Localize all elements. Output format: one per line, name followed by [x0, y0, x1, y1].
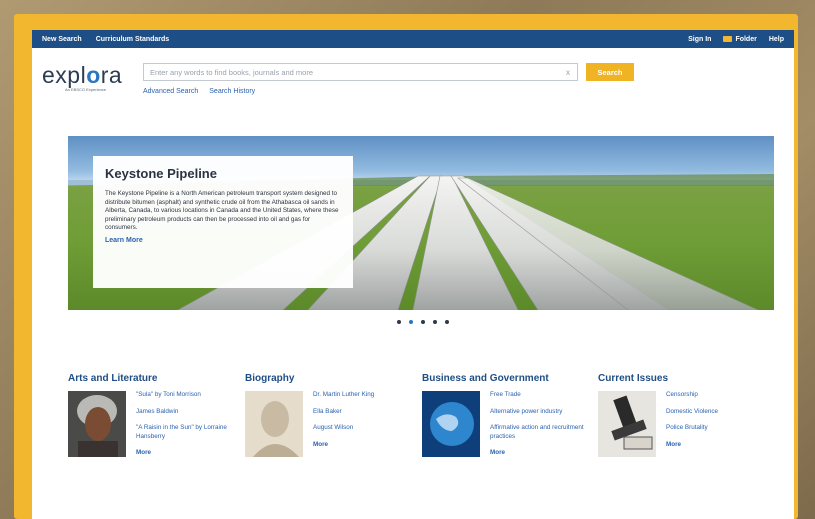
category-link[interactable]: Affirmative action and recruitment pract…	[490, 424, 592, 441]
carousel-dot[interactable]	[421, 320, 425, 324]
app-screen: New Search Curriculum Standards Sign In …	[32, 30, 794, 519]
toni-morrison-photo[interactable]	[68, 391, 126, 457]
category-title[interactable]: Biography	[245, 373, 415, 384]
category-business-government: Business and Government Free Trade Alter…	[422, 373, 592, 466]
censored-stamp-photo[interactable]	[598, 391, 656, 457]
globe-photo[interactable]	[422, 391, 480, 457]
hero-title: Keystone Pipeline	[105, 166, 217, 181]
category-link[interactable]: Ella Baker	[313, 408, 374, 417]
more-link[interactable]: More	[313, 441, 374, 450]
new-search-link[interactable]: New Search	[42, 36, 82, 43]
category-link[interactable]: Domestic Violence	[666, 408, 718, 417]
search-button[interactable]: Search	[586, 63, 634, 81]
logo-text-pre: expl	[42, 62, 87, 88]
more-link[interactable]: More	[490, 449, 592, 458]
hero-description: The Keystone Pipeline is a North America…	[105, 190, 339, 232]
category-link[interactable]: "Sula" by Toni Morrison	[136, 391, 238, 400]
hero-card: Keystone Pipeline The Keystone Pipeline …	[93, 156, 353, 288]
search-box: x	[143, 63, 578, 81]
curriculum-standards-link[interactable]: Curriculum Standards	[96, 36, 170, 43]
category-link[interactable]: Alternative power industry	[490, 408, 592, 417]
help-link[interactable]: Help	[769, 36, 784, 43]
more-link[interactable]: More	[666, 441, 718, 450]
carousel-next-icon[interactable]: ›	[761, 116, 767, 134]
search-input[interactable]	[144, 67, 566, 77]
explora-logo[interactable]: explora An EBSCO Experience	[42, 62, 122, 92]
category-biography: Biography Dr. Martin Luther King Ella Ba…	[245, 373, 415, 457]
folder-icon	[723, 35, 733, 42]
carousel-dot[interactable]	[409, 320, 413, 324]
more-link[interactable]: More	[136, 449, 238, 458]
carousel-prev-icon[interactable]: ‹	[70, 116, 76, 134]
advanced-search-link[interactable]: Advanced Search	[143, 88, 198, 95]
logo-text-post: ra	[100, 62, 123, 88]
category-link[interactable]: "A Raisin in the Sun" by Lorraine Hansbe…	[136, 424, 238, 441]
carousel-dots	[397, 320, 449, 324]
hero-carousel: Keystone Pipeline The Keystone Pipeline …	[68, 136, 774, 310]
category-link[interactable]: Police Brutality	[666, 424, 718, 433]
sign-in-link[interactable]: Sign In	[688, 36, 711, 43]
search-history-link[interactable]: Search History	[209, 88, 255, 95]
category-link[interactable]: Dr. Martin Luther King	[313, 391, 374, 400]
category-current-issues: Current Issues Censorship Domestic Viole…	[598, 373, 768, 457]
logo-text-o: o	[86, 62, 101, 88]
carousel-dot[interactable]	[433, 320, 437, 324]
carousel-dot[interactable]	[445, 320, 449, 324]
header: explora An EBSCO Experience x Search Adv…	[32, 48, 794, 114]
category-link[interactable]: August Wilson	[313, 424, 374, 433]
category-arts-literature: Arts and Literature "Sula" by Toni Morri…	[68, 373, 238, 466]
carousel-dot[interactable]	[397, 320, 401, 324]
category-title[interactable]: Arts and Literature	[68, 373, 238, 384]
mlk-statue-photo[interactable]	[245, 391, 303, 457]
category-link[interactable]: Censorship	[666, 391, 718, 400]
category-title[interactable]: Current Issues	[598, 373, 768, 384]
category-link[interactable]: James Baldwin	[136, 408, 238, 417]
folder-label: Folder	[735, 35, 757, 43]
clear-icon[interactable]: x	[566, 68, 577, 77]
category-link[interactable]: Free Trade	[490, 391, 592, 400]
category-title[interactable]: Business and Government	[422, 373, 592, 384]
top-nav-bar: New Search Curriculum Standards Sign In …	[32, 30, 794, 48]
folder-link[interactable]: Folder	[723, 35, 757, 43]
learn-more-link[interactable]: Learn More	[105, 237, 341, 244]
search-sublinks: Advanced Search Search History	[143, 88, 255, 95]
